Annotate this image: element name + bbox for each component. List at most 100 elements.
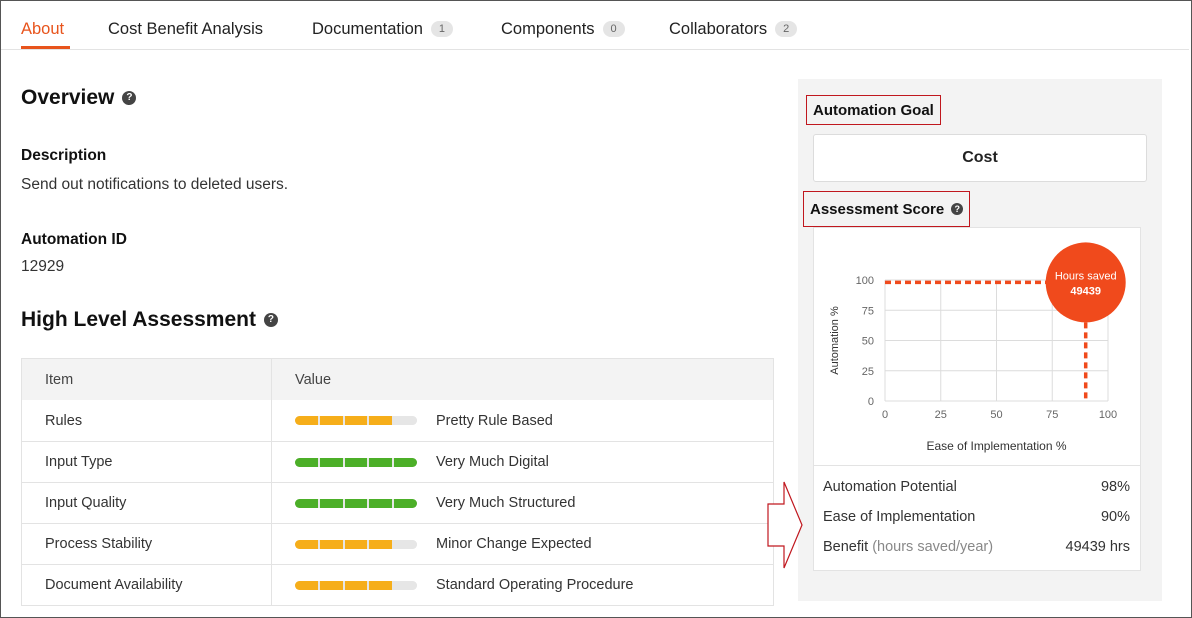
- tab-documentation[interactable]: Documentation 1: [312, 19, 453, 39]
- row-value: Minor Change Expected: [272, 524, 773, 564]
- level-bar-segment: [344, 539, 368, 549]
- assessment-score-chart: 0 25 50 75 100 0 25 50 75 100 Ease of Implementati…: [829, 242, 1126, 453]
- row-value-text: Standard Operating Procedure: [436, 577, 634, 593]
- level-bar-segment: [394, 498, 417, 508]
- metric-sublabel: (hours saved/year): [872, 539, 994, 555]
- level-bar-segment: [344, 580, 368, 590]
- annotation-arrow-icon: [767, 481, 803, 569]
- assessment-heading: High Level Assessment ?: [21, 308, 278, 332]
- automation-id-label: Automation ID: [21, 231, 127, 248]
- description-label: Description: [21, 147, 107, 164]
- x-tick-label: 50: [990, 409, 1002, 421]
- count-badge: 1: [430, 21, 453, 37]
- table-row: Rules Pretty Rule Based: [22, 400, 773, 441]
- row-value-text: Very Much Structured: [436, 495, 576, 511]
- row-value-text: Very Much Digital: [436, 454, 549, 470]
- metric-label: Benefit (hours saved/year): [823, 539, 993, 555]
- level-bar-segment: [394, 539, 417, 549]
- tab-label: Cost Benefit Analysis: [108, 19, 263, 38]
- goal-label-text: Automation Goal: [813, 101, 934, 119]
- level-bar: [295, 416, 417, 425]
- automation-goal-label: Automation Goal: [806, 95, 941, 125]
- tab-cost-benefit-analysis[interactable]: Cost Benefit Analysis: [108, 19, 263, 39]
- count-badge: 0: [602, 21, 625, 37]
- tab-label: Documentation: [312, 19, 423, 38]
- level-bar-segment: [295, 498, 318, 508]
- tab-label: About: [21, 19, 65, 38]
- row-value: Very Much Structured: [272, 483, 773, 523]
- help-icon[interactable]: ?: [263, 313, 278, 327]
- tab-collaborators[interactable]: Collaborators 2: [669, 19, 798, 39]
- table-row: Document Availability Standard Operating …: [22, 564, 773, 605]
- table-row: Input Type Very Much Digital: [22, 441, 773, 482]
- active-tab-indicator: [21, 46, 70, 49]
- x-axis-label: Ease of Implementation %: [926, 439, 1066, 453]
- tab-label: Components: [501, 19, 595, 38]
- level-bar-segment: [295, 580, 318, 590]
- level-bar-segment: [319, 580, 343, 590]
- level-bar: [295, 580, 417, 590]
- metric-label-text: Benefit: [823, 539, 869, 555]
- level-bar: [295, 498, 417, 508]
- overview-title: Overview: [21, 86, 115, 109]
- level-bar-segment: [319, 416, 343, 425]
- level-bar-segment: [295, 416, 318, 425]
- level-bar-segment: [369, 457, 393, 467]
- column-header-item: Item: [22, 359, 272, 400]
- data-point-label: Hours saved: [1055, 270, 1117, 282]
- y-tick-label: 0: [868, 396, 874, 408]
- row-value-text: Minor Change Expected: [436, 536, 592, 552]
- table-row: Process Stability Minor Change Expected: [22, 523, 773, 564]
- metric-row-automation-potential: Automation Potential 98%: [823, 479, 1130, 495]
- y-tick-label: 75: [862, 305, 874, 317]
- overview-heading: Overview ?: [21, 86, 137, 110]
- row-item: Rules: [22, 400, 272, 441]
- assessment-title: High Level Assessment: [21, 308, 256, 331]
- level-bar-segment: [394, 416, 417, 425]
- row-value: Very Much Digital: [272, 442, 773, 482]
- tab-components[interactable]: Components 0: [501, 19, 625, 39]
- metrics-list: Automation Potential 98% Ease of Impleme…: [813, 465, 1141, 555]
- table-row: Input Quality Very Much Structured: [22, 482, 773, 523]
- level-bar-segment: [394, 580, 417, 590]
- x-tick-label: 75: [1046, 409, 1058, 421]
- y-tick-label: 25: [862, 366, 874, 378]
- automation-id-value: 12929: [21, 258, 65, 275]
- x-tick-label: 100: [1099, 409, 1117, 421]
- level-bar-segment: [319, 457, 343, 467]
- level-bar-segment: [344, 416, 368, 425]
- row-item: Document Availability: [22, 565, 272, 605]
- metric-value: 49439 hrs: [1065, 539, 1131, 555]
- row-item: Process Stability: [22, 524, 272, 564]
- x-tick-label: 0: [882, 409, 888, 421]
- level-bar-segment: [369, 498, 393, 508]
- level-bar-segment: [344, 498, 368, 508]
- level-bar-segment: [295, 539, 318, 549]
- x-tick-label: 25: [935, 409, 947, 421]
- level-bar-segment: [319, 539, 343, 549]
- help-icon[interactable]: ?: [951, 203, 964, 215]
- automation-goal-value: Cost: [813, 134, 1147, 182]
- table-header-row: Item Value: [22, 359, 773, 400]
- tab-label: Collaborators: [669, 19, 768, 38]
- metric-label: Automation Potential: [823, 479, 957, 495]
- level-bar-segment: [319, 498, 343, 508]
- row-value-text: Pretty Rule Based: [436, 412, 553, 429]
- count-badge: 2: [775, 21, 798, 37]
- assessment-score-label: Assessment Score ?: [803, 191, 971, 227]
- y-tick-label: 100: [856, 275, 874, 287]
- metric-label: Ease of Implementation: [823, 509, 976, 525]
- column-header-value: Value: [295, 371, 332, 388]
- metric-row-benefit: Benefit (hours saved/year) 49439 hrs: [823, 539, 1130, 555]
- tab-bar: About Cost Benefit Analysis Documentatio…: [1, 1, 1189, 50]
- level-bar-segment: [295, 457, 318, 467]
- row-value: Standard Operating Procedure: [272, 565, 773, 605]
- y-axis-label: Automation %: [829, 306, 841, 375]
- level-bar-segment: [394, 457, 417, 467]
- data-point-value: 49439: [1070, 285, 1101, 297]
- level-bar: [295, 539, 417, 549]
- tab-about[interactable]: About: [21, 19, 64, 39]
- score-label-text: Assessment Score: [810, 200, 945, 218]
- level-bar-segment: [369, 416, 393, 425]
- help-icon[interactable]: ?: [122, 91, 137, 105]
